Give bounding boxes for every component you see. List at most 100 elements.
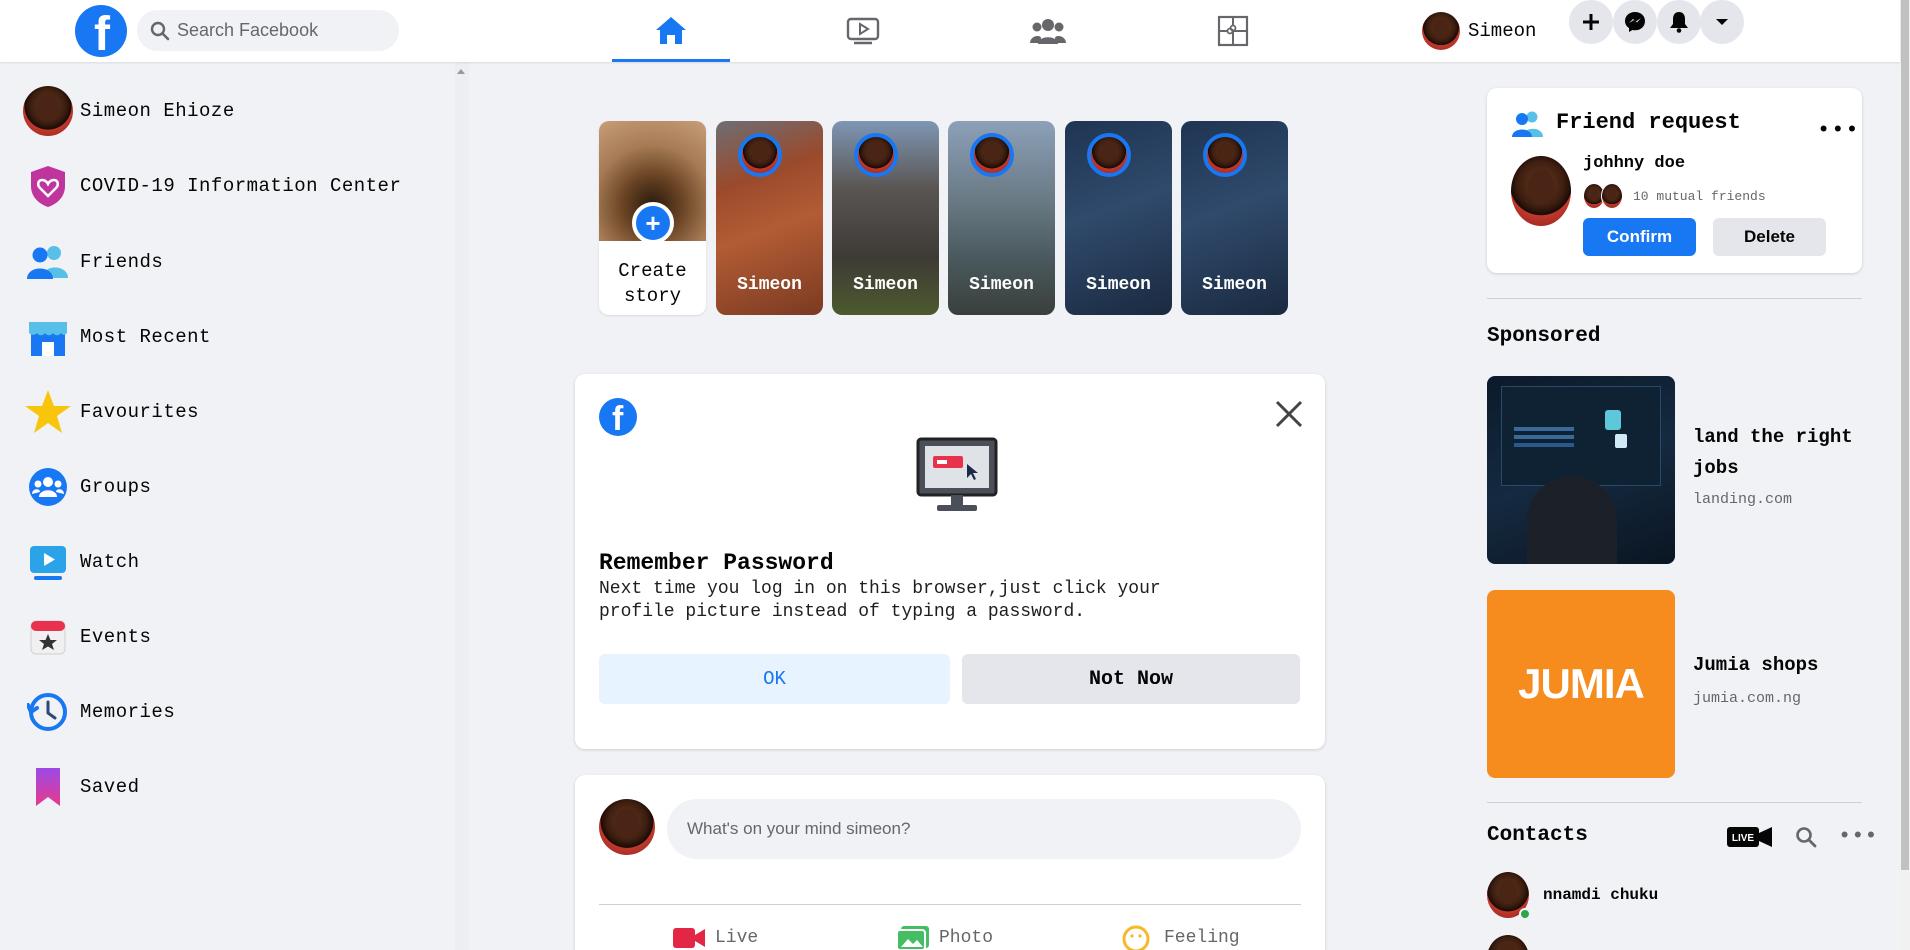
ad-image-landing[interactable] <box>1487 376 1675 564</box>
sidebar-item-label: Groups <box>80 476 152 498</box>
watch-icon <box>30 546 66 580</box>
covid-heart-icon <box>31 166 65 207</box>
sidebar-item-groups[interactable]: Groups <box>22 457 151 517</box>
memories-icon <box>27 693 67 731</box>
nav-tab-watch[interactable] <box>804 0 922 62</box>
requester-name[interactable]: johhny doe <box>1583 154 1685 173</box>
jumia-logo: JUMIA <box>1518 660 1645 707</box>
sidebar-item-memories[interactable]: Memories <box>22 682 175 742</box>
divider <box>599 904 1301 905</box>
ad-title[interactable]: Jumia shops <box>1693 650 1873 681</box>
contact-name: nnamdi chuku <box>1543 886 1659 904</box>
sidebar-item-label: Favourites <box>80 401 200 423</box>
scrollbar-thumb[interactable] <box>1901 0 1909 870</box>
status-input[interactable] <box>667 799 1301 859</box>
scroll-up-arrow-icon[interactable] <box>457 69 465 74</box>
contacts-heading: Contacts <box>1487 824 1588 847</box>
bell-icon <box>1670 12 1688 33</box>
feeling-activity-button[interactable]: Feeling <box>1120 925 1240 950</box>
avatar[interactable] <box>1511 156 1571 226</box>
nav-tab-gaming[interactable] <box>1174 0 1292 62</box>
avatar <box>854 133 898 177</box>
nav-tab-home[interactable] <box>612 0 730 62</box>
messenger-icon <box>1625 12 1645 32</box>
left-sidebar: Simeon Ehioze COVID-19 Information Cente… <box>0 62 455 950</box>
sidebar-item-label: Watch <box>80 551 140 573</box>
page-scrollbar[interactable] <box>1900 0 1910 950</box>
ad-image-screen <box>1501 386 1661 486</box>
create-story-label: Create story <box>618 260 687 307</box>
search-box[interactable] <box>137 10 399 51</box>
ad-image-person <box>1527 476 1617 564</box>
sidebar-item-friends[interactable]: Friends <box>22 232 163 292</box>
account-menu-button[interactable] <box>1700 0 1744 44</box>
sidebar-item-most-recent[interactable]: Most Recent <box>22 307 211 367</box>
notifications-button[interactable] <box>1657 0 1701 44</box>
avatar <box>599 799 655 855</box>
friend-request-card: Friend request ••• johhny doe 10 mutual … <box>1487 88 1862 273</box>
not-now-button[interactable]: Not Now <box>962 654 1300 704</box>
contact-item[interactable] <box>1487 935 1529 950</box>
plus-icon: + <box>632 202 674 244</box>
sidebar-item-watch[interactable]: Watch <box>22 532 140 592</box>
ad-image-jumia[interactable]: JUMIA <box>1487 590 1675 778</box>
sidebar-item-favourites[interactable]: Favourites <box>22 382 199 442</box>
sidebar-scrollbar[interactable] <box>455 62 469 950</box>
close-icon[interactable] <box>1271 396 1307 432</box>
events-icon <box>30 620 66 655</box>
story-card[interactable]: Simeon <box>832 121 939 315</box>
photo-video-button[interactable]: Photo <box>895 925 993 950</box>
profile-shortcut[interactable]: Simeon <box>1422 12 1536 50</box>
search-input[interactable] <box>177 10 387 51</box>
live-video-icon[interactable]: LIVE <box>1727 826 1773 848</box>
star-icon <box>25 390 71 433</box>
facebook-logo-letter: f <box>94 8 110 61</box>
delete-button[interactable]: Delete <box>1713 218 1826 256</box>
sidebar-item-events[interactable]: Events <box>22 607 151 667</box>
mutual-friends: 10 mutual friends <box>1583 183 1766 209</box>
story-card[interactable]: Simeon <box>1065 121 1172 315</box>
story-card[interactable]: Simeon <box>1181 121 1288 315</box>
facebook-logo[interactable]: f <box>75 5 127 61</box>
story-name: Simeon <box>1086 275 1151 295</box>
profile-name: Simeon <box>1468 20 1537 42</box>
create-button[interactable] <box>1569 0 1613 44</box>
story-name: Simeon <box>853 275 918 295</box>
dialog-title: Remember Password <box>599 550 834 576</box>
ad-image-tag <box>1605 410 1621 430</box>
saved-bookmark-icon <box>36 768 60 806</box>
ok-button[interactable]: OK <box>599 654 950 704</box>
avatar <box>1087 133 1131 177</box>
facebook-logo-icon: f <box>599 398 637 438</box>
more-options-icon[interactable]: ••• <box>1838 824 1878 849</box>
monitor-icon <box>916 437 998 511</box>
contact-item[interactable]: nnamdi chuku <box>1487 872 1659 920</box>
contact-avatar-wrapper <box>1487 872 1531 920</box>
live-video-button[interactable]: Live <box>671 925 758 950</box>
action-label: Photo <box>939 928 994 948</box>
more-options-icon[interactable]: ••• <box>1817 118 1860 143</box>
story-name: Simeon <box>737 275 802 295</box>
home-icon <box>656 16 686 44</box>
messenger-button[interactable] <box>1613 0 1657 44</box>
sidebar-item-label: Saved <box>80 776 140 798</box>
story-card[interactable]: Simeon <box>948 121 1055 315</box>
post-composer: Live Photo Feeling <box>575 775 1325 950</box>
search-icon[interactable] <box>1795 826 1817 848</box>
sidebar-item-covid[interactable]: COVID-19 Information Center <box>22 156 401 216</box>
create-story-card[interactable]: + Create story <box>599 121 706 315</box>
confirm-button[interactable]: Confirm <box>1583 218 1696 256</box>
nav-tab-groups[interactable] <box>989 0 1107 62</box>
sidebar-item-label: Events <box>80 626 152 648</box>
sidebar-item-profile[interactable]: Simeon Ehioze <box>22 81 235 141</box>
ad-title[interactable]: land the right jobs <box>1693 422 1873 484</box>
ad-url: jumia.com.ng <box>1693 690 1802 707</box>
sidebar-item-saved[interactable]: Saved <box>22 757 140 817</box>
most-recent-icon <box>29 322 67 356</box>
story-card[interactable]: Simeon <box>716 121 823 315</box>
top-navigation-bar: f Simeon <box>0 0 1900 62</box>
remember-password-dialog: f Remember Password Next time you log in… <box>575 374 1325 749</box>
ad-url: landing.com <box>1693 491 1793 508</box>
friend-request-title: Friend request <box>1556 110 1741 135</box>
chevron-down-icon <box>1716 19 1728 25</box>
